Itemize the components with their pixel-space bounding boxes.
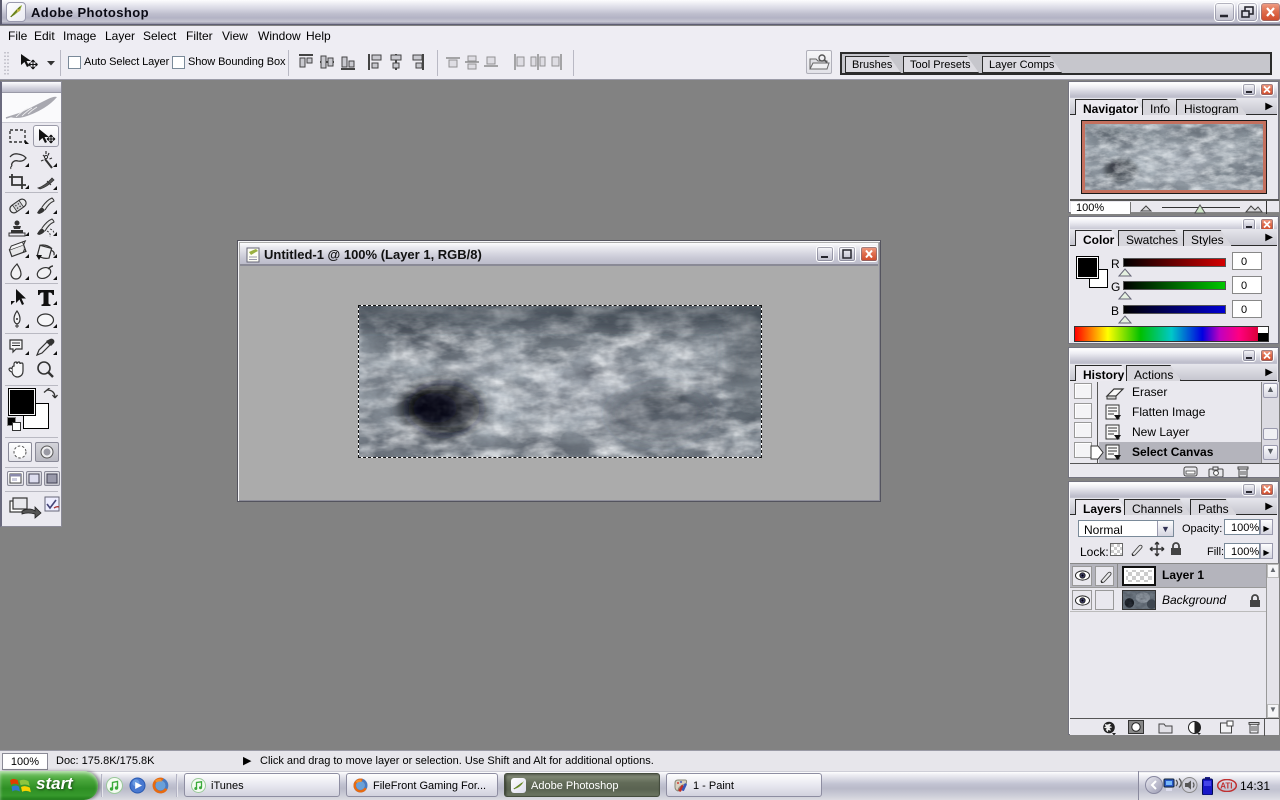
svg-text:ATI: ATI [1220,782,1232,791]
